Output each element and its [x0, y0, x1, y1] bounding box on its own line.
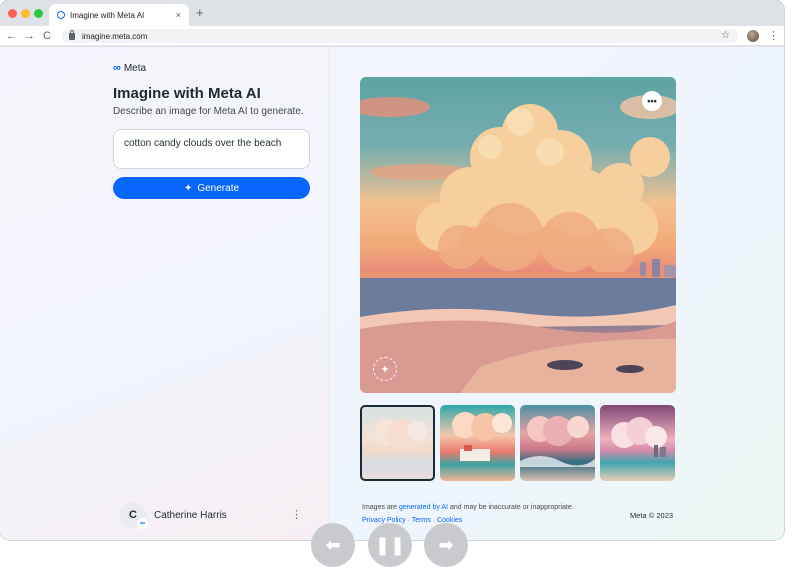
- page-content: ∞ Meta Imagine with Meta AI Describe an …: [0, 47, 784, 540]
- meta-infinity-icon: ∞: [113, 62, 121, 74]
- sparkle-icon: ✦: [183, 182, 193, 194]
- disclaimer-text-start: Images are: [362, 504, 399, 511]
- left-panel: ∞ Meta Imagine with Meta AI Describe an …: [0, 47, 330, 540]
- close-window-button[interactable]: [8, 9, 17, 18]
- close-icon[interactable]: ×: [176, 10, 181, 20]
- thumbnail-2[interactable]: [440, 405, 515, 481]
- meta-ai-favicon-icon: [57, 11, 65, 19]
- meta-logo[interactable]: ∞ Meta: [113, 62, 146, 74]
- media-controls: ⬅ ❚❚ ➡: [311, 523, 468, 567]
- url-text[interactable]: imagine.meta.com: [82, 32, 738, 41]
- thumbnail-4[interactable]: [600, 405, 675, 481]
- meta-badge-icon: ∞: [137, 518, 148, 529]
- zoom-window-button[interactable]: [34, 9, 43, 18]
- thumbnail-3[interactable]: [520, 405, 595, 481]
- browser-toolbar: ← → C imagine.meta.com ☆ ⋮: [0, 26, 784, 46]
- user-menu-icon[interactable]: ⋮: [291, 508, 302, 521]
- new-tab-button[interactable]: +: [196, 6, 204, 20]
- page-subtitle: Describe an image for Meta AI to generat…: [113, 106, 304, 117]
- address-bar[interactable]: imagine.meta.com ☆: [62, 29, 738, 43]
- prompt-input[interactable]: [113, 129, 310, 169]
- browser-window: Imagine with Meta AI × + ← → C imagine.m…: [0, 0, 784, 540]
- meta-logo-text: Meta: [123, 62, 147, 74]
- avatar[interactable]: C ∞: [120, 502, 148, 529]
- page-title: Imagine with Meta AI: [113, 85, 261, 102]
- ai-watermark-icon: ✦: [373, 357, 397, 381]
- tab-strip: Imagine with Meta AI × +: [0, 0, 784, 26]
- generate-label: Generate: [197, 182, 240, 194]
- thumbnail-strip: [360, 405, 676, 481]
- avatar-initial: C: [129, 509, 137, 521]
- bookmark-star-icon[interactable]: ☆: [721, 29, 730, 43]
- tab-imagine[interactable]: Imagine with Meta AI ×: [49, 4, 189, 26]
- back-arrow-icon[interactable]: ←: [6, 28, 17, 44]
- lock-icon: [69, 29, 75, 40]
- thumbnail-4-art: [611, 417, 667, 457]
- next-arrow-icon[interactable]: ➡: [424, 523, 468, 567]
- disclaimer-text-end: and may be inaccurate or inappropriate.: [448, 504, 574, 511]
- thumbnail-2-art: [452, 412, 512, 461]
- forward-arrow-icon[interactable]: →: [24, 28, 35, 44]
- copyright: Meta © 2023: [630, 511, 674, 520]
- thumbnail-1-art: [374, 419, 427, 450]
- ai-disclaimer: Images are generated by AI and may be in…: [362, 504, 574, 511]
- browser-menu-icon[interactable]: ⋮: [768, 28, 779, 44]
- generate-button[interactable]: ✦ Generate: [113, 177, 310, 199]
- profile-avatar[interactable]: [747, 30, 759, 42]
- reload-icon[interactable]: C: [43, 28, 51, 44]
- user-profile[interactable]: C ∞ Catherine Harris: [120, 502, 227, 529]
- pause-icon[interactable]: ❚❚: [368, 523, 412, 567]
- beach-clouds-illustration: [360, 95, 676, 393]
- minimize-window-button[interactable]: [21, 9, 30, 18]
- generated-by-ai-link[interactable]: generated by AI: [399, 504, 448, 511]
- generated-image[interactable]: ••• ✦: [360, 77, 676, 393]
- user-name: Catherine Harris: [154, 509, 227, 521]
- thumbnail-1[interactable]: [360, 405, 435, 481]
- more-options-button[interactable]: •••: [642, 91, 662, 111]
- previous-arrow-icon[interactable]: ⬅: [311, 523, 355, 567]
- thumbnail-3-art: [520, 416, 595, 467]
- tab-title: Imagine with Meta AI: [70, 10, 145, 20]
